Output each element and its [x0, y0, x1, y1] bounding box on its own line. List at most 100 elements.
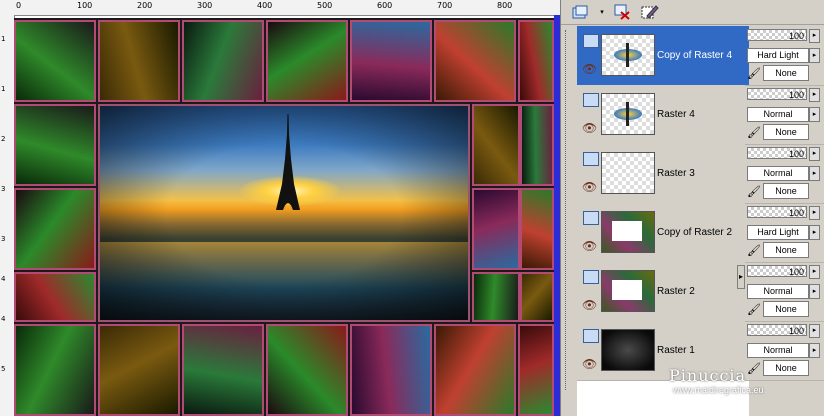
raster-layer-icon: [583, 34, 599, 48]
layer-row[interactable]: 👁 Raster 3: [577, 144, 749, 204]
opacity-arrow-icon[interactable]: ▸: [809, 206, 820, 220]
brush-icon[interactable]: 🖌: [747, 244, 761, 257]
frame-tile: [14, 272, 96, 322]
opacity-arrow-icon[interactable]: ▸: [809, 147, 820, 161]
opacity-arrow-icon[interactable]: ▸: [809, 88, 820, 102]
brush-icon[interactable]: 🖌: [747, 185, 761, 198]
visibility-eye-icon[interactable]: 👁: [582, 121, 597, 135]
eiffel-tower-photo: [98, 104, 470, 322]
visibility-eye-icon[interactable]: 👁: [582, 239, 597, 253]
layer-row[interactable]: 👁 Raster 2: [577, 262, 749, 322]
frame-tile: [472, 188, 520, 270]
blend-mode-select[interactable]: Hard Light: [747, 48, 809, 63]
canvas-image[interactable]: [14, 18, 554, 416]
mask-field[interactable]: None: [763, 65, 809, 81]
dropdown-arrow-icon[interactable]: ▾: [591, 2, 613, 22]
ruler-mark: 5: [1, 365, 6, 373]
layer-row[interactable]: 👁 Copy of Raster 2: [577, 203, 749, 263]
ruler-mark: 1: [1, 85, 6, 93]
frame-tile: [520, 188, 554, 270]
layer-row[interactable]: 👁 Copy of Raster 4: [577, 26, 749, 86]
layer-thumbnail: [601, 329, 655, 371]
watermark-url: www.maidiregrafica.eu: [673, 385, 764, 395]
layer-row[interactable]: 👁 Raster 4: [577, 85, 749, 145]
frame-tile: [14, 104, 96, 186]
layer-properties-row: 100 ▸ Hard Light ▸ 🖌 None: [745, 203, 824, 263]
opacity-slider[interactable]: 100: [747, 265, 807, 277]
mask-field[interactable]: None: [763, 301, 809, 317]
frame-tile: [520, 104, 554, 186]
mask-field[interactable]: None: [763, 242, 809, 258]
opacity-slider[interactable]: 100: [747, 29, 807, 41]
new-layer-icon[interactable]: [569, 2, 591, 22]
watermark: Pinuccia www.maidiregrafica.eu: [669, 366, 764, 395]
image-canvas-area[interactable]: 0 100 200 300 400 500 600 700 800 1 1 2 …: [0, 0, 560, 416]
blend-mode-select[interactable]: Hard Light: [747, 225, 809, 240]
frame-tile: [98, 324, 180, 416]
layer-thumbnail: [601, 34, 655, 76]
mask-field[interactable]: None: [763, 183, 809, 199]
blend-mode-select[interactable]: Normal: [747, 107, 809, 122]
blend-arrow-icon[interactable]: ▸: [809, 284, 820, 299]
brush-icon[interactable]: 🖌: [747, 67, 761, 80]
opacity-slider[interactable]: 100: [747, 88, 807, 100]
visibility-eye-icon[interactable]: 👁: [582, 180, 597, 194]
layer-name: Copy of Raster 2: [657, 227, 733, 238]
blend-arrow-icon[interactable]: ▸: [809, 343, 820, 358]
opacity-arrow-icon[interactable]: ▸: [809, 265, 820, 279]
frame-tile: [520, 272, 554, 322]
frame-tile: [434, 20, 516, 102]
layer-group-line: [565, 30, 576, 390]
visibility-eye-icon[interactable]: 👁: [582, 62, 597, 76]
frame-tile: [266, 324, 348, 416]
ruler-mark: 100: [77, 1, 93, 10]
layer-name: Raster 3: [657, 168, 695, 179]
layer-properties: 100 ▸ Hard Light ▸ 🖌 None 100 ▸ Normal ▸ 🖌 None 100 ▸…: [745, 26, 824, 416]
layer-name: Raster 1: [657, 345, 695, 356]
frame-tile: [182, 20, 264, 102]
ruler-mark: 600: [377, 1, 393, 10]
raster-layer-icon: [583, 152, 599, 166]
edit-icon[interactable]: [639, 2, 661, 22]
photo-vignette: [100, 106, 468, 320]
ruler-mark: 4: [1, 275, 6, 283]
ruler-mark: 2: [1, 135, 6, 143]
opacity-slider[interactable]: 100: [747, 147, 807, 159]
blend-mode-select[interactable]: Normal: [747, 166, 809, 181]
layer-properties-row: 100 ▸ Normal ▸ 🖌 None: [745, 262, 824, 322]
layer-thumbnail: [601, 211, 655, 253]
blend-arrow-icon[interactable]: ▸: [809, 166, 820, 181]
ruler-corner: [0, 0, 15, 16]
blend-arrow-icon[interactable]: ▸: [809, 225, 820, 240]
layer-list: 👁 Copy of Raster 4 👁 Raster 4 👁 Raster 3 👁 Copy…: [577, 26, 749, 416]
blend-mode-select[interactable]: Normal: [747, 343, 809, 358]
layers-toolbar: ▾: [561, 0, 824, 25]
raster-layer-icon: [583, 93, 599, 107]
opacity-slider[interactable]: 100: [747, 206, 807, 218]
opacity-slider[interactable]: 100: [747, 324, 807, 336]
frame-tile: [472, 104, 520, 186]
ruler-mark: 700: [437, 1, 453, 10]
mask-field[interactable]: None: [763, 360, 809, 376]
visibility-eye-icon[interactable]: 👁: [582, 298, 597, 312]
opacity-arrow-icon[interactable]: ▸: [809, 324, 820, 338]
ruler-mark: 400: [257, 1, 273, 10]
delete-layer-icon[interactable]: [611, 2, 633, 22]
blend-arrow-icon[interactable]: ▸: [809, 48, 820, 63]
frame-tile: [350, 20, 432, 102]
ruler-mark: 3: [1, 185, 6, 193]
layer-name: Raster 4: [657, 109, 695, 120]
brush-icon[interactable]: 🖌: [747, 303, 761, 316]
blend-mode-select[interactable]: Normal: [747, 284, 809, 299]
raster-layer-icon: [583, 270, 599, 284]
panel-splitter[interactable]: ▸: [737, 265, 745, 289]
layer-name: Raster 2: [657, 286, 695, 297]
blend-arrow-icon[interactable]: ▸: [809, 107, 820, 122]
raster-layer-icon: [583, 211, 599, 225]
visibility-eye-icon[interactable]: 👁: [582, 357, 597, 371]
mask-field[interactable]: None: [763, 124, 809, 140]
brush-icon[interactable]: 🖌: [747, 126, 761, 139]
ruler-mark: 300: [197, 1, 213, 10]
opacity-arrow-icon[interactable]: ▸: [809, 29, 820, 43]
frame-tile: [14, 324, 96, 416]
